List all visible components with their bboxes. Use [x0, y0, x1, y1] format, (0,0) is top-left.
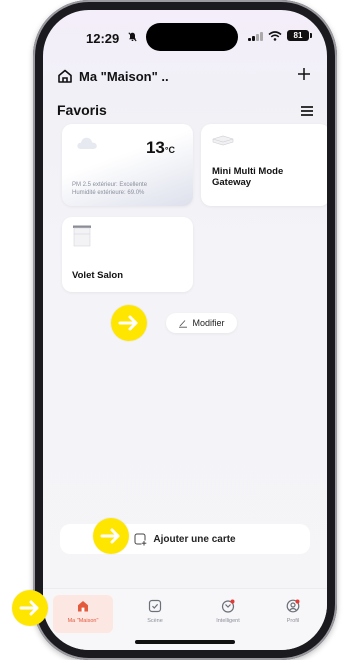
gateway-device-icon: [212, 135, 234, 146]
menu-icon[interactable]: [301, 106, 313, 116]
highlight-arrow-modify-icon: [111, 305, 147, 341]
highlight-arrow-add-card-icon: [93, 518, 129, 554]
add-button[interactable]: [297, 65, 311, 85]
home-header: Ma "Maison" ..: [57, 66, 315, 88]
weather-card[interactable]: 13°C PM 2.5 extérieur: Excellente Humidi…: [62, 124, 193, 206]
blind-card[interactable]: Volet Salon: [62, 217, 193, 292]
cloud-icon: [77, 137, 97, 149]
plus-icon: [298, 68, 310, 80]
home-indicator: [135, 640, 235, 644]
status-bar: 12:29 81: [43, 10, 327, 58]
home-icon[interactable]: [57, 68, 73, 84]
silent-bell-icon: [128, 32, 137, 45]
humidity-text: Humidité extérieure: 69.0%: [72, 190, 145, 196]
tab-profile-label: Profil: [286, 618, 300, 624]
scene-tab-icon: [148, 599, 162, 613]
tab-scene[interactable]: Scène: [125, 595, 185, 633]
pencil-icon: [179, 319, 188, 328]
pm25-text: PM 2.5 extérieur: Excellente: [72, 182, 148, 188]
signal-icon: [248, 31, 263, 41]
dynamic-island: [146, 23, 238, 51]
favorites-title[interactable]: Favoris: [57, 102, 107, 118]
modify-label: Modifier: [192, 318, 225, 328]
battery-indicator: 81: [287, 30, 312, 41]
tab-home-label: Ma "Maison": [67, 618, 99, 624]
gateway-name: Mini Multi Mode Gateway: [212, 166, 284, 188]
wifi-icon: [268, 30, 282, 41]
temperature-value: 13°C: [146, 138, 175, 158]
blind-name: Volet Salon: [72, 270, 124, 281]
intelligent-tab-icon: [221, 599, 235, 613]
add-card-icon: [134, 533, 147, 545]
favorites-header: Favoris: [57, 102, 313, 120]
bottom-tab-bar: Ma "Maison" Scène Intelligent Profil: [43, 588, 327, 650]
gateway-card[interactable]: Mini Multi Mode Gateway: [201, 124, 327, 206]
page: 12:29 81 Ma "Maison" .. Favoris 13°C PM …: [0, 0, 343, 660]
add-card-label: Ajouter une carte: [153, 533, 236, 545]
status-indicators: 81: [248, 30, 312, 41]
temperature-unit: °C: [164, 145, 175, 155]
tab-intelligent-label: Intelligent: [216, 618, 240, 624]
tab-home[interactable]: Ma "Maison": [53, 595, 113, 633]
profile-tab-icon: [286, 599, 300, 613]
home-selector[interactable]: Ma "Maison" ..: [79, 69, 169, 84]
tab-scene-label: Scène: [147, 618, 163, 624]
highlight-arrow-home-tab-icon: [12, 590, 48, 626]
modify-button[interactable]: Modifier: [166, 313, 237, 333]
home-tab-icon: [78, 601, 88, 612]
temperature-number: 13: [145, 138, 165, 157]
status-time: 12:29: [86, 31, 120, 46]
tab-profile[interactable]: Profil: [263, 595, 323, 633]
tab-intelligent[interactable]: Intelligent: [198, 595, 258, 633]
blind-icon: [73, 225, 91, 247]
app-screen: 12:29 81 Ma "Maison" .. Favoris 13°C PM …: [43, 10, 327, 650]
